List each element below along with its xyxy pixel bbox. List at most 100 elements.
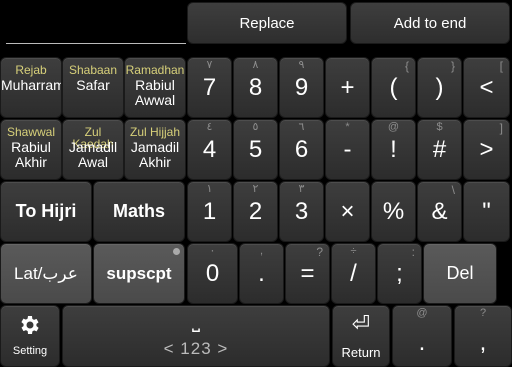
key-label: /	[350, 259, 357, 287]
month-key-safar[interactable]: Shabaan Safar	[62, 57, 124, 118]
key-0[interactable]: ٠0	[187, 243, 238, 304]
key-label: 8	[248, 73, 263, 101]
key-hint: {	[404, 59, 409, 73]
key-hint: ]	[499, 121, 503, 135]
key-2[interactable]: ٢2	[233, 181, 278, 242]
key-hint: ٤	[206, 121, 213, 133]
key-equals[interactable]: ? =	[285, 243, 330, 304]
key-multiply[interactable]: ×	[325, 181, 370, 242]
key-bottom-comma[interactable]: ? ,	[454, 305, 512, 367]
key-ampersand[interactable]: \ &	[417, 181, 462, 242]
key-9[interactable]: ٩9	[279, 57, 324, 118]
month-key-muharram[interactable]: Rejab Muharram	[0, 57, 62, 118]
space-icon: ⎵	[192, 310, 200, 332]
key-hint: ÷	[350, 245, 357, 257]
return-label: Return	[341, 344, 381, 360]
key-hint: ٩	[298, 59, 305, 71]
key-hint: ٥	[252, 121, 259, 133]
month-label: Jamadil Awal	[68, 139, 118, 170]
add-to-end-button[interactable]: Add to end	[350, 2, 510, 44]
month-label: Safar	[76, 77, 110, 93]
month-alt-label: Rejab	[15, 63, 47, 77]
key-label: 3	[294, 197, 309, 225]
key-label: 6	[294, 135, 309, 163]
delete-button[interactable]: Del	[423, 243, 497, 304]
key-7[interactable]: ٧7	[187, 57, 232, 118]
key-label: 7	[202, 73, 217, 101]
key-minus[interactable]: * -	[325, 119, 370, 180]
key-hint: $	[436, 121, 443, 133]
month-alt-label: Shawwal	[6, 125, 56, 139]
key-label: !	[390, 135, 397, 163]
key-3[interactable]: ٣3	[279, 181, 324, 242]
key-4[interactable]: ٤4	[187, 119, 232, 180]
key-slash[interactable]: ÷ /	[331, 243, 376, 304]
month-label: Rabiul Akhir	[11, 139, 51, 170]
key-6[interactable]: ٦6	[279, 119, 324, 180]
return-icon: ⏎	[351, 310, 371, 336]
key-hint: ?	[316, 245, 323, 259]
space-bar[interactable]: ⎵ < 123 >	[62, 305, 330, 367]
setting-label: Setting	[12, 345, 48, 357]
supscpt-toggle[interactable]: supscpt	[93, 243, 185, 304]
key-hash[interactable]: $ #	[417, 119, 462, 180]
lat-arab-label: Lat/عرب	[14, 263, 78, 283]
month-label: Jamadil Akhir	[130, 139, 180, 170]
indicator-dot-icon	[173, 248, 180, 255]
month-alt-label: Zul Hijjah	[129, 125, 180, 139]
key-exclamation[interactable]: @!	[371, 119, 416, 180]
key-less-than[interactable]: [<	[463, 57, 510, 118]
key-hint: }	[450, 59, 455, 73]
key-plus[interactable]: +	[325, 57, 370, 118]
key-quote[interactable]: "	[463, 181, 510, 242]
key-hint: *	[345, 121, 350, 133]
key-label: 1	[202, 197, 217, 225]
key-label: "	[482, 197, 491, 225]
key-8[interactable]: ٨8	[233, 57, 278, 118]
space-number-switch: < 123 >	[163, 339, 229, 358]
month-key-rabiul-awwal[interactable]: Ramadhan Rabiul Awwal	[124, 57, 186, 118]
month-key-rabiul-akhir[interactable]: Shawwal Rabiul Akhir	[0, 119, 62, 180]
supscpt-label: supscpt	[106, 263, 172, 283]
key-label: ,	[479, 329, 487, 356]
maths-button[interactable]: Maths	[93, 181, 185, 242]
return-button[interactable]: ⏎ Return	[332, 305, 390, 367]
key-percent[interactable]: %	[371, 181, 416, 242]
key-1[interactable]: ١1	[187, 181, 232, 242]
key-greater-than[interactable]: ] >	[463, 119, 510, 180]
key-label: ×	[340, 197, 355, 225]
key-hint: :	[411, 245, 415, 259]
key-open-paren[interactable]: {(	[371, 57, 416, 118]
key-label: >	[479, 135, 494, 163]
key-5[interactable]: ٥5	[233, 119, 278, 180]
to-hijri-button[interactable]: To Hijri	[0, 181, 92, 242]
setting-button[interactable]: Setting	[0, 305, 60, 367]
key-hint: @	[416, 307, 428, 319]
lat-arab-toggle[interactable]: Lat/عرب	[0, 243, 92, 304]
key-hint: ٠	[209, 245, 216, 257]
add-to-end-label: Add to end	[393, 14, 467, 32]
key-period[interactable]: ,.	[239, 243, 284, 304]
key-label: ;	[396, 259, 403, 287]
key-close-paren[interactable]: })	[417, 57, 462, 118]
key-label: #	[432, 135, 447, 163]
key-hint: [	[499, 59, 503, 73]
month-label: Muharram	[1, 77, 62, 93]
key-label: 2	[248, 197, 263, 225]
text-input-underline[interactable]	[6, 43, 186, 44]
gear-icon	[21, 316, 39, 334]
replace-button[interactable]: Replace	[187, 2, 347, 44]
key-label: &	[431, 197, 448, 225]
delete-label: Del	[446, 263, 474, 283]
key-semicolon[interactable]: :;	[377, 243, 422, 304]
key-label: 4	[202, 135, 217, 163]
month-alt-label: Shabaan	[68, 63, 118, 77]
key-hint: ,	[259, 245, 264, 257]
key-label: 0	[205, 259, 220, 287]
month-key-jamadil-awal[interactable]: Zul Kaedah Jamadil Awal	[62, 119, 124, 180]
key-hint: ?	[479, 307, 487, 319]
key-label: .	[418, 329, 426, 356]
key-label: -	[343, 135, 352, 163]
key-bottom-period[interactable]: @ .	[392, 305, 452, 367]
month-key-jamadil-akhir[interactable]: Zul Hijjah Jamadil Akhir	[124, 119, 186, 180]
